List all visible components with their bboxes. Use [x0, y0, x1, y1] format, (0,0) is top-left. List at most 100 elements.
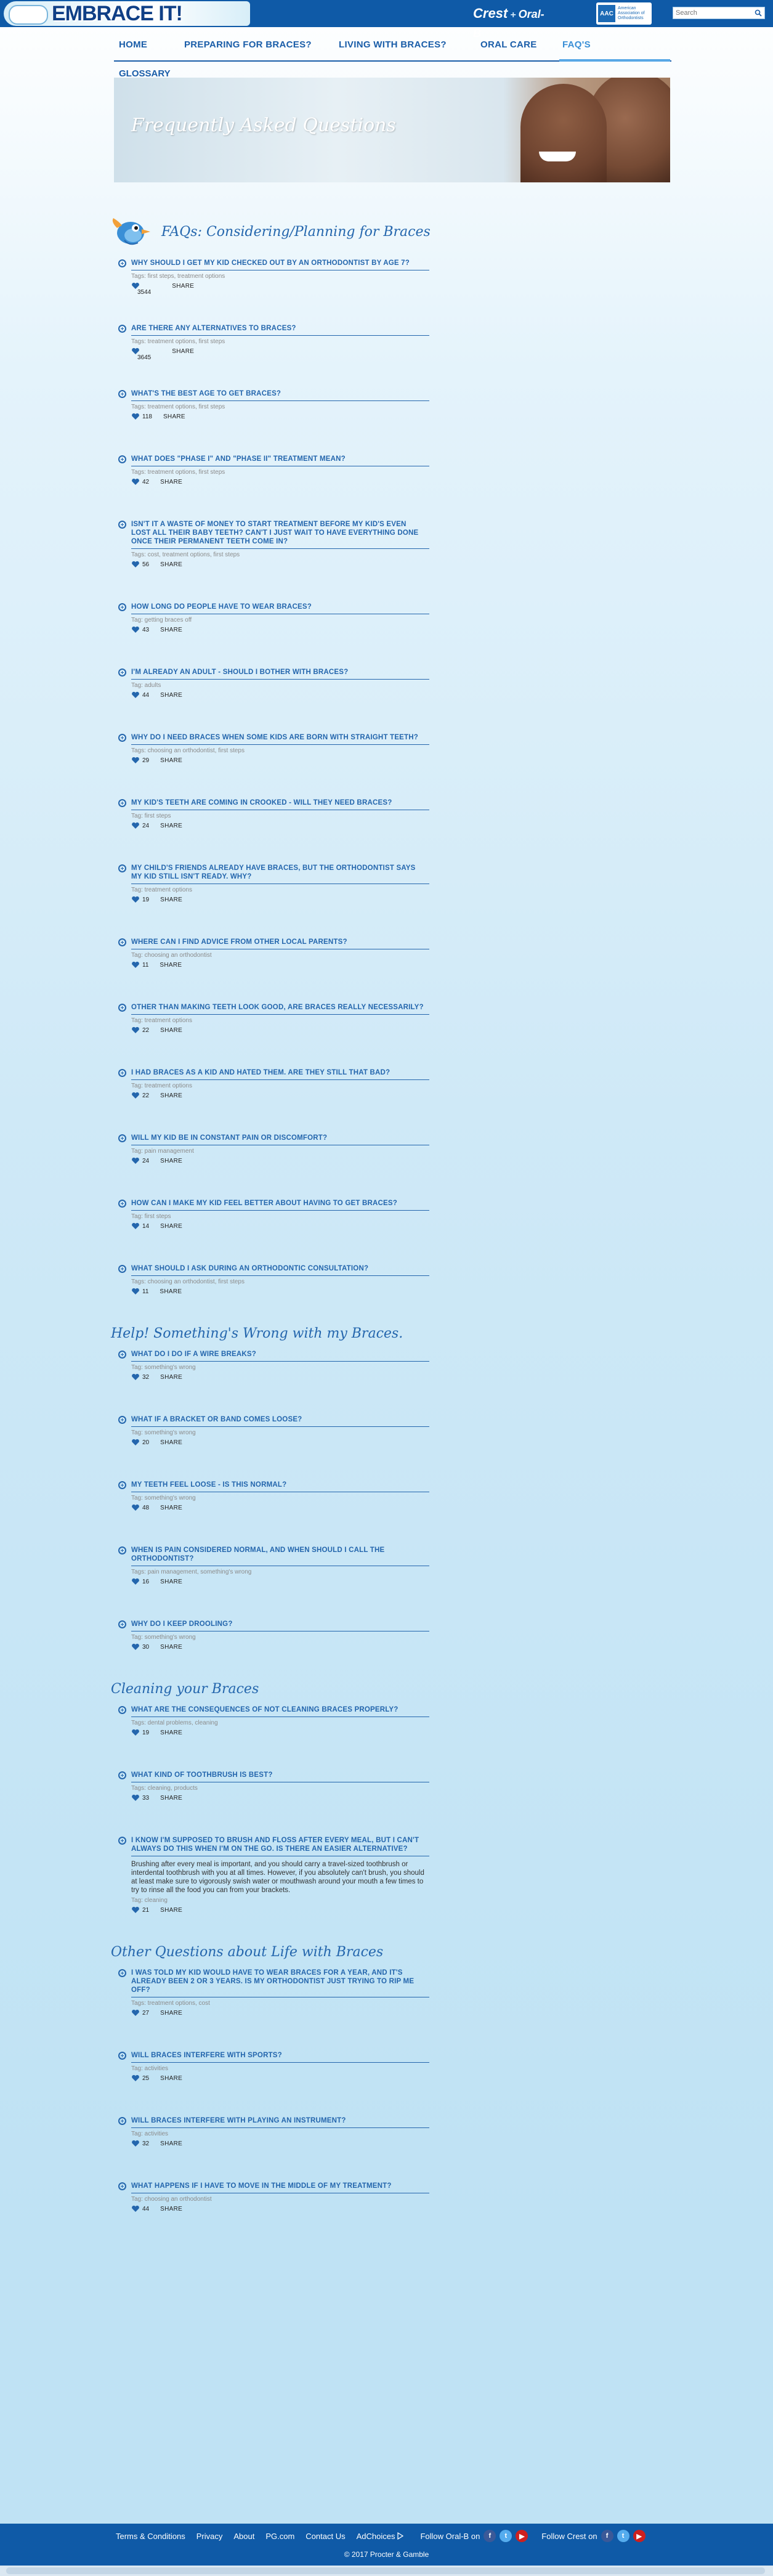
share-button[interactable]: SHARE [160, 1223, 182, 1230]
share-button[interactable]: SHARE [160, 561, 182, 568]
share-button[interactable]: SHARE [160, 1644, 182, 1651]
heart-icon[interactable] [131, 691, 140, 699]
expand-plus-icon[interactable] [118, 1351, 126, 1359]
heart-icon[interactable] [131, 1222, 140, 1230]
heart-icon[interactable] [131, 626, 140, 633]
faq-question[interactable]: MY TEETH FEEL LOOSE - IS THIS NORMAL? [131, 1481, 427, 1489]
share-button[interactable]: SHARE [160, 896, 182, 903]
footer-link-terms[interactable]: Terms & Conditions [116, 2532, 185, 2541]
expand-plus-icon[interactable] [118, 1771, 126, 1779]
share-button[interactable]: SHARE [160, 2010, 182, 2017]
expand-plus-icon[interactable] [118, 938, 126, 946]
faq-question[interactable]: WHAT IF A BRACKET OR BAND COMES LOOSE? [131, 1415, 427, 1424]
nav-item-faqs[interactable]: FAQ'S [562, 39, 591, 50]
expand-plus-icon[interactable] [118, 1546, 126, 1554]
search-input[interactable] [673, 9, 752, 17]
heart-icon[interactable] [131, 1373, 140, 1381]
expand-plus-icon[interactable] [118, 2052, 126, 2060]
faq-question[interactable]: I HAD BRACES AS A KID AND HATED THEM. AR… [131, 1068, 427, 1077]
expand-plus-icon[interactable] [118, 2182, 126, 2190]
share-button[interactable]: SHARE [160, 962, 182, 969]
expand-plus-icon[interactable] [118, 799, 126, 807]
share-button[interactable]: SHARE [160, 1092, 182, 1099]
expand-plus-icon[interactable] [118, 1200, 126, 1208]
faq-question[interactable]: MY CHILD'S FRIENDS ALREADY HAVE BRACES, … [131, 864, 427, 881]
aac-logo[interactable]: AAC American Association of Orthodontist… [596, 2, 652, 25]
heart-icon[interactable] [131, 2009, 140, 2017]
heart-icon[interactable] [131, 1643, 140, 1651]
faq-question[interactable]: I WAS TOLD MY KID WOULD HAVE TO WEAR BRA… [131, 1969, 427, 1994]
expand-plus-icon[interactable] [118, 1069, 126, 1077]
share-button[interactable]: SHARE [163, 413, 185, 420]
expand-plus-icon[interactable] [118, 259, 126, 267]
expand-plus-icon[interactable] [118, 1620, 126, 1628]
faq-question[interactable]: WHEN IS PAIN CONSIDERED NORMAL, AND WHEN… [131, 1546, 427, 1563]
faq-question[interactable]: ISN'T IT A WASTE OF MONEY TO START TREAT… [131, 520, 427, 546]
faq-question[interactable]: WILL BRACES INTERFERE WITH PLAYING AN IN… [131, 2116, 427, 2125]
heart-icon[interactable] [131, 757, 140, 764]
share-button[interactable]: SHARE [160, 627, 182, 633]
faq-question[interactable]: WHY DO I KEEP DROOLING? [131, 1620, 427, 1628]
faq-question[interactable]: WILL MY KID BE IN CONSTANT PAIN OR DISCO… [131, 1134, 427, 1142]
share-button[interactable]: SHARE [160, 1158, 182, 1164]
embrace-it-logo[interactable]: EMBRACE IT! [4, 1, 250, 26]
faq-question[interactable]: WHAT DOES "PHASE I" AND "PHASE II" TREAT… [131, 455, 427, 463]
faq-question[interactable]: WHERE CAN I FIND ADVICE FROM OTHER LOCAL… [131, 938, 427, 946]
faq-question[interactable]: WILL BRACES INTERFERE WITH SPORTS? [131, 2051, 427, 2060]
nav-item-preparing-for-braces[interactable]: PREPARING FOR BRACES? [184, 39, 312, 50]
search-icon[interactable] [752, 7, 764, 18]
heart-icon[interactable] [131, 1026, 140, 1034]
faq-question[interactable]: HOW LONG DO PEOPLE HAVE TO WEAR BRACES? [131, 603, 427, 611]
heart-icon[interactable] [131, 1288, 140, 1295]
share-button[interactable]: SHARE [160, 1027, 182, 1034]
nav-item-home[interactable]: HOME [119, 39, 147, 50]
facebook-icon[interactable]: f [484, 2530, 496, 2542]
share-button[interactable]: SHARE [160, 1795, 182, 1802]
heart-icon[interactable] [131, 1729, 140, 1736]
faq-question[interactable]: WHAT HAPPENS IF I HAVE TO MOVE IN THE MI… [131, 2182, 427, 2190]
share-button[interactable]: SHARE [160, 1374, 182, 1381]
expand-plus-icon[interactable] [118, 1706, 126, 1714]
heart-icon[interactable] [131, 1906, 140, 1914]
heart-icon[interactable] [131, 2074, 140, 2082]
expand-plus-icon[interactable] [118, 2117, 126, 2125]
share-button[interactable]: SHARE [160, 1907, 182, 1914]
faq-question[interactable]: ARE THERE ANY ALTERNATIVES TO BRACES? [131, 324, 427, 333]
heart-icon[interactable] [131, 1504, 140, 1511]
faq-question[interactable]: WHAT SHOULD I ASK DURING AN ORTHODONTIC … [131, 1264, 427, 1273]
expand-plus-icon[interactable] [118, 668, 126, 677]
youtube-icon[interactable]: ▶ [633, 2530, 646, 2542]
faq-question[interactable]: WHAT KIND OF TOOTHBRUSH IS BEST? [131, 1771, 427, 1779]
share-button[interactable]: SHARE [160, 1729, 182, 1736]
expand-plus-icon[interactable] [118, 455, 126, 463]
faq-question[interactable]: I KNOW I'M SUPPOSED TO BRUSH AND FLOSS A… [131, 1836, 427, 1853]
horizontal-scrollbar[interactable] [0, 2566, 773, 2576]
share-button[interactable]: SHARE [160, 2075, 182, 2082]
faq-question[interactable]: WHAT DO I DO IF A WIRE BREAKS? [131, 1350, 427, 1359]
heart-icon[interactable] [131, 561, 140, 568]
heart-icon[interactable] [131, 822, 140, 829]
facebook-icon[interactable]: f [601, 2530, 613, 2542]
heart-icon[interactable] [131, 1578, 140, 1585]
heart-icon[interactable] [131, 961, 140, 969]
faq-question[interactable]: WHY SHOULD I GET MY KID CHECKED OUT BY A… [131, 259, 427, 267]
share-button[interactable]: SHARE [160, 1579, 182, 1585]
faq-question[interactable]: WHY DO I NEED BRACES WHEN SOME KIDS ARE … [131, 733, 427, 742]
share-button[interactable]: SHARE [160, 479, 182, 486]
heart-icon[interactable] [131, 2140, 140, 2147]
share-button[interactable]: SHARE [172, 283, 194, 290]
scrollbar-thumb[interactable] [6, 2567, 765, 2574]
footer-link-contact[interactable]: Contact Us [306, 2532, 345, 2541]
heart-icon[interactable] [131, 478, 140, 486]
footer-link-about[interactable]: About [233, 2532, 254, 2541]
expand-plus-icon[interactable] [118, 1481, 126, 1489]
faq-question[interactable]: WHAT ARE THE CONSEQUENCES OF NOT CLEANIN… [131, 1705, 427, 1714]
heart-icon[interactable] [131, 2205, 140, 2212]
share-button[interactable]: SHARE [160, 757, 182, 764]
expand-plus-icon[interactable] [118, 1004, 126, 1012]
share-button[interactable]: SHARE [160, 1439, 182, 1446]
expand-plus-icon[interactable] [118, 603, 126, 611]
expand-plus-icon[interactable] [118, 390, 126, 398]
expand-plus-icon[interactable] [118, 521, 126, 529]
share-button[interactable]: SHARE [172, 348, 194, 355]
